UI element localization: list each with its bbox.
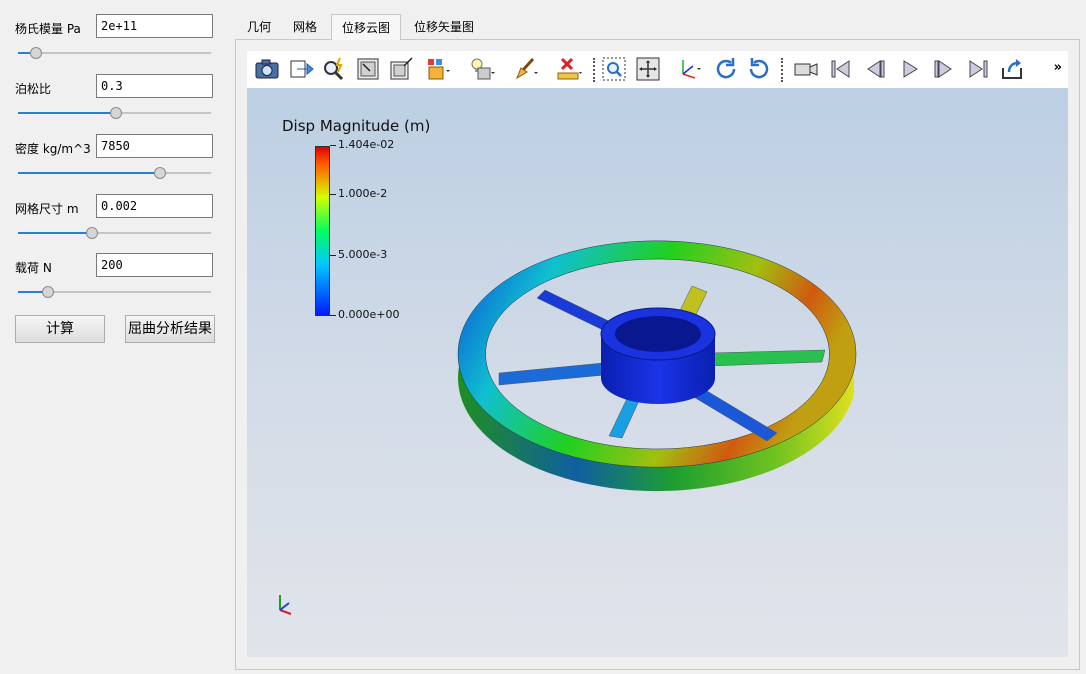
first-frame-icon[interactable]	[828, 56, 854, 82]
render-viewport[interactable]: Disp Magnitude (m) 1.404e-02 1.000e-2 5.…	[247, 88, 1068, 657]
density-input[interactable]: 7850	[96, 134, 213, 158]
youngs-modulus-slider[interactable]	[18, 47, 211, 59]
mesh-size-label: 网格尺寸 m	[15, 202, 79, 216]
light-bulb-dropdown-icon[interactable]	[469, 56, 495, 82]
compute-button[interactable]: 计算	[15, 315, 105, 343]
youngs-modulus-input[interactable]: 2e+11	[96, 14, 213, 38]
mesh-size-input[interactable]: 0.002	[96, 194, 213, 218]
poisson-ratio-slider[interactable]	[18, 107, 211, 119]
toolbar-separator	[593, 58, 595, 82]
reset-window-icon[interactable]	[388, 56, 414, 82]
density-slider[interactable]	[18, 167, 211, 179]
slider-groove	[18, 52, 211, 54]
export-arrow-icon[interactable]	[288, 56, 314, 82]
load-label: 载荷 N	[15, 261, 52, 275]
next-frame-icon[interactable]	[931, 56, 957, 82]
prev-frame-icon[interactable]	[862, 56, 888, 82]
fit-view-icon[interactable]	[635, 56, 661, 82]
render-toolbar: »	[247, 51, 1068, 88]
last-frame-icon[interactable]	[965, 56, 991, 82]
axes-dropdown-icon[interactable]	[675, 56, 701, 82]
hub-bore	[615, 316, 701, 352]
paint-brush-dropdown-icon[interactable]	[513, 56, 539, 82]
orientation-axes	[279, 595, 292, 615]
youngs-modulus-label: 杨氏模量 Pa	[15, 22, 81, 36]
tab-mesh[interactable]: 网格	[283, 14, 327, 40]
slider-fill	[18, 172, 159, 174]
interactive-select-icon[interactable]	[321, 56, 347, 82]
load-slider[interactable]	[18, 286, 211, 298]
camera-icon[interactable]	[254, 56, 280, 82]
slider-fill	[18, 112, 115, 114]
zoom-to-box-icon[interactable]	[355, 56, 381, 82]
density-label: 密度 kg/m^3	[15, 142, 91, 156]
tab-displacement-vector[interactable]: 位移矢量图	[404, 14, 484, 40]
tab-geometry[interactable]: 几何	[237, 14, 281, 40]
poisson-ratio-input[interactable]: 0.3	[96, 74, 213, 98]
zoom-region-icon[interactable]	[601, 56, 627, 82]
play-icon[interactable]	[897, 56, 923, 82]
buckling-results-button[interactable]: 屈曲分析结果	[125, 315, 215, 343]
mesh-size-slider[interactable]	[18, 227, 211, 239]
slider-handle[interactable]	[153, 167, 166, 179]
poisson-ratio-label: 泊松比	[15, 82, 52, 96]
loop-icon[interactable]	[999, 56, 1025, 82]
slider-handle[interactable]	[109, 107, 122, 119]
slider-fill	[18, 232, 92, 234]
boxes-dropdown-icon[interactable]	[425, 56, 451, 82]
wheel-model	[279, 240, 857, 615]
slider-handle[interactable]	[41, 286, 54, 298]
tab-displacement-contour[interactable]: 位移云图	[331, 14, 402, 40]
ruler-delete-dropdown-icon[interactable]	[556, 56, 582, 82]
rotate-cw-icon[interactable]	[713, 56, 739, 82]
toolbar-overflow-button[interactable]: »	[1054, 60, 1062, 75]
video-camera-icon[interactable]	[793, 56, 819, 82]
slider-handle[interactable]	[86, 227, 99, 239]
rotate-ccw-icon[interactable]	[746, 56, 772, 82]
load-input[interactable]: 200	[96, 253, 213, 277]
slider-handle[interactable]	[30, 47, 43, 59]
toolbar-separator	[781, 58, 783, 82]
